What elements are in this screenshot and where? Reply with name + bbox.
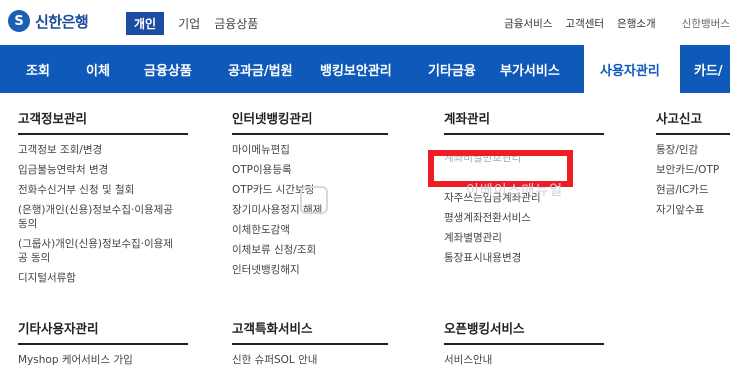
tab-other-finance[interactable]: 기타금융 <box>426 45 498 93</box>
tab-card[interactable]: 카드/ <box>680 45 730 93</box>
menu-heading: 사고신고 <box>656 108 730 135</box>
menu-item[interactable]: (은행)개인(신용)정보수집·이용제공 <box>18 203 188 217</box>
tab-inquiry[interactable]: 조회 <box>0 45 72 93</box>
util-customer-center[interactable]: 고객센터 <box>565 16 604 31</box>
utility-links: 금융서비스 고객센터 은행소개 신한뱅버스 <box>491 16 730 31</box>
menu-item[interactable]: 신한 슈퍼SOL 안내 <box>232 353 388 367</box>
segment-nav: 개인 기업 금융상품 <box>126 12 272 35</box>
util-about-bank[interactable]: 은행소개 <box>617 16 656 31</box>
menu-heading: 고객정보관리 <box>18 108 188 135</box>
menu-col-incident-report: 사고신고 통장/인감 보안카드/OTP 현금/IC카드 자기앞수표 <box>656 108 730 223</box>
menu-item[interactable]: 통장표시내용변경 <box>444 251 604 265</box>
watermark-logo-icon <box>300 186 328 214</box>
menu-heading: 오픈뱅킹서비스 <box>444 318 604 345</box>
menu-item[interactable]: Myshop 케어서비스 가입 <box>18 353 188 367</box>
menu-item[interactable]: 입금불능연락처 변경 <box>18 163 188 177</box>
menu-item[interactable]: 서비스안내 <box>444 353 604 367</box>
menu-item[interactable]: 평생계좌전환서비스 <box>444 211 604 225</box>
menu-item[interactable]: 인터넷뱅킹해지 <box>232 263 388 277</box>
menu-col-customer-info: 고객정보관리 고객정보 조회/변경 입금불능연락처 변경 전화수신거부 신청 및… <box>18 108 188 291</box>
menu-item[interactable]: 현금/IC카드 <box>656 183 730 197</box>
menu-item[interactable]: 디지털서류함 <box>18 271 188 285</box>
segment-personal[interactable]: 개인 <box>126 12 165 35</box>
menu-item[interactable]: 보안카드/OTP <box>656 163 730 177</box>
menu-item[interactable]: 전화수신거부 신청 및 철회 <box>18 183 188 197</box>
menu-item[interactable]: 이체보류 신청/조회 <box>232 243 388 257</box>
util-financial-services[interactable]: 금융서비스 <box>504 16 552 31</box>
tab-user-management[interactable]: 사용자관리 <box>584 45 680 93</box>
shinhan-logo-icon: S <box>8 10 30 32</box>
menu-heading: 기타사용자관리 <box>18 318 188 345</box>
watermark-text: 이베이스매뉴얼 <box>466 183 564 199</box>
menu-item[interactable]: OTP이용등록 <box>232 163 388 177</box>
top-bar: S 신한은행 개인 기업 금융상품 금융서비스 고객센터 은행소개 신한뱅버스 <box>0 0 730 45</box>
menu-item-continued[interactable]: 공 동의 <box>18 251 188 265</box>
menu-heading: 인터넷뱅킹관리 <box>232 108 388 135</box>
menu-item[interactable]: 마이메뉴편집 <box>232 143 388 157</box>
main-nav: 조회 이체 금융상품 공과금/법원 뱅킹보안관리 기타금융 부가서비스 사용자관… <box>0 45 730 93</box>
tab-banking-security[interactable]: 뱅킹보안관리 <box>316 45 426 93</box>
menu-item[interactable]: (그룹사)개인(신용)정보수집·이용제 <box>18 237 188 251</box>
menu-col-customer-special: 고객특화서비스 신한 슈퍼SOL 안내 <box>232 318 388 370</box>
menu-item[interactable]: 고객정보 조회/변경 <box>18 143 188 157</box>
menu-item-continued[interactable]: 동의 <box>18 217 188 231</box>
brand-name: 신한은행 <box>35 12 89 31</box>
menu-heading: 고객특화서비스 <box>232 318 388 345</box>
menu-col-open-banking: 오픈뱅킹서비스 서비스안내 <box>444 318 604 370</box>
tab-utilities-court[interactable]: 공과금/법원 <box>222 45 316 93</box>
menu-item[interactable]: 계좌별명관리 <box>444 231 604 245</box>
menu-item[interactable]: 자기앞수표 <box>656 203 730 217</box>
menu-heading: 계좌관리 <box>444 108 604 135</box>
menu-col-other-user: 기타사용자관리 Myshop 케어서비스 가입 <box>18 318 188 370</box>
segment-products[interactable]: 금융상품 <box>214 15 258 32</box>
shinhan-logo[interactable]: S 신한은행 <box>8 10 89 32</box>
menu-item[interactable]: 이체한도감액 <box>232 223 388 237</box>
util-shinhan-banverse[interactable]: 신한뱅버스 <box>682 16 730 31</box>
tab-transfer[interactable]: 이체 <box>72 45 140 93</box>
menu-item[interactable]: 통장/인감 <box>656 143 730 157</box>
tab-additional-services[interactable]: 부가서비스 <box>498 45 584 93</box>
segment-business[interactable]: 기업 <box>178 15 200 32</box>
tab-products[interactable]: 금융상품 <box>140 45 222 93</box>
